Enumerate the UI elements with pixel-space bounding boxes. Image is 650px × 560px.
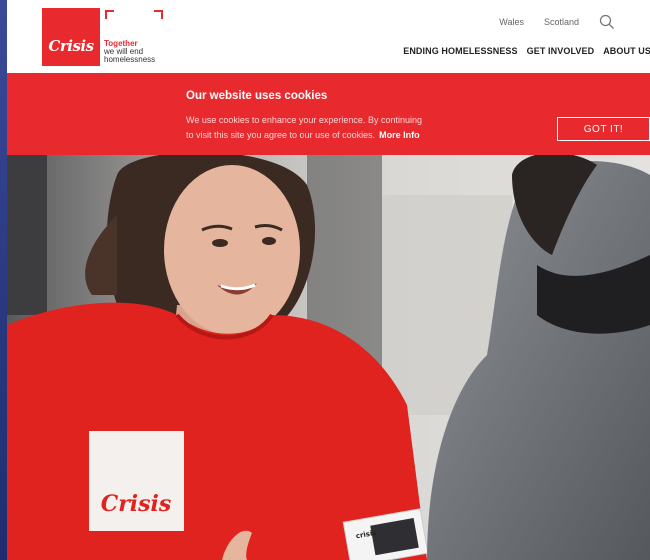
browser-page: Crisis Together we will end homelessness…	[7, 0, 650, 560]
eye-left	[212, 239, 228, 247]
more-info-link[interactable]: More Info	[379, 130, 420, 140]
crisis-logo[interactable]: Crisis	[42, 8, 100, 66]
nav-ending-homelessness[interactable]: ENDING HOMELESSNESS	[403, 46, 517, 56]
cookie-banner: Our website uses cookies We use cookies …	[7, 73, 650, 155]
logo-tagline: Together we will end homelessness	[104, 40, 155, 64]
wales-link[interactable]: Wales	[499, 17, 524, 27]
utility-nav: Wales Scotland	[479, 14, 615, 30]
cookie-line-2: to visit this site you agree to our use …	[186, 130, 376, 140]
scotland-link[interactable]: Scotland	[544, 17, 579, 27]
logo-corner-right	[154, 10, 163, 19]
hero-illustration: Crisis crisis	[7, 155, 650, 560]
nav-about-us[interactable]: ABOUT US	[603, 46, 650, 56]
logo-corner-left	[105, 10, 114, 19]
nav-get-involved[interactable]: GET INVOLVED	[527, 46, 595, 56]
main-nav: ENDING HOMELESSNESS GET INVOLVED ABOUT U…	[403, 46, 650, 56]
shirt-logo-text: Crisis	[101, 491, 172, 517]
search-icon[interactable]	[599, 14, 615, 30]
cookie-title: Our website uses cookies	[186, 90, 328, 102]
bg-dark-panel	[7, 155, 47, 315]
logo-text: Crisis	[48, 37, 94, 55]
cookie-message: We use cookies to enhance your experienc…	[186, 113, 486, 143]
face	[164, 165, 300, 335]
eye-right	[262, 237, 276, 245]
tagline-line-3: homelessness	[104, 55, 156, 64]
cookie-line-1: We use cookies to enhance your experienc…	[186, 115, 422, 125]
site-header: Crisis Together we will end homelessness…	[7, 0, 650, 73]
got-it-button[interactable]: GOT IT!	[557, 117, 650, 141]
hero-image: Crisis crisis	[7, 155, 650, 560]
